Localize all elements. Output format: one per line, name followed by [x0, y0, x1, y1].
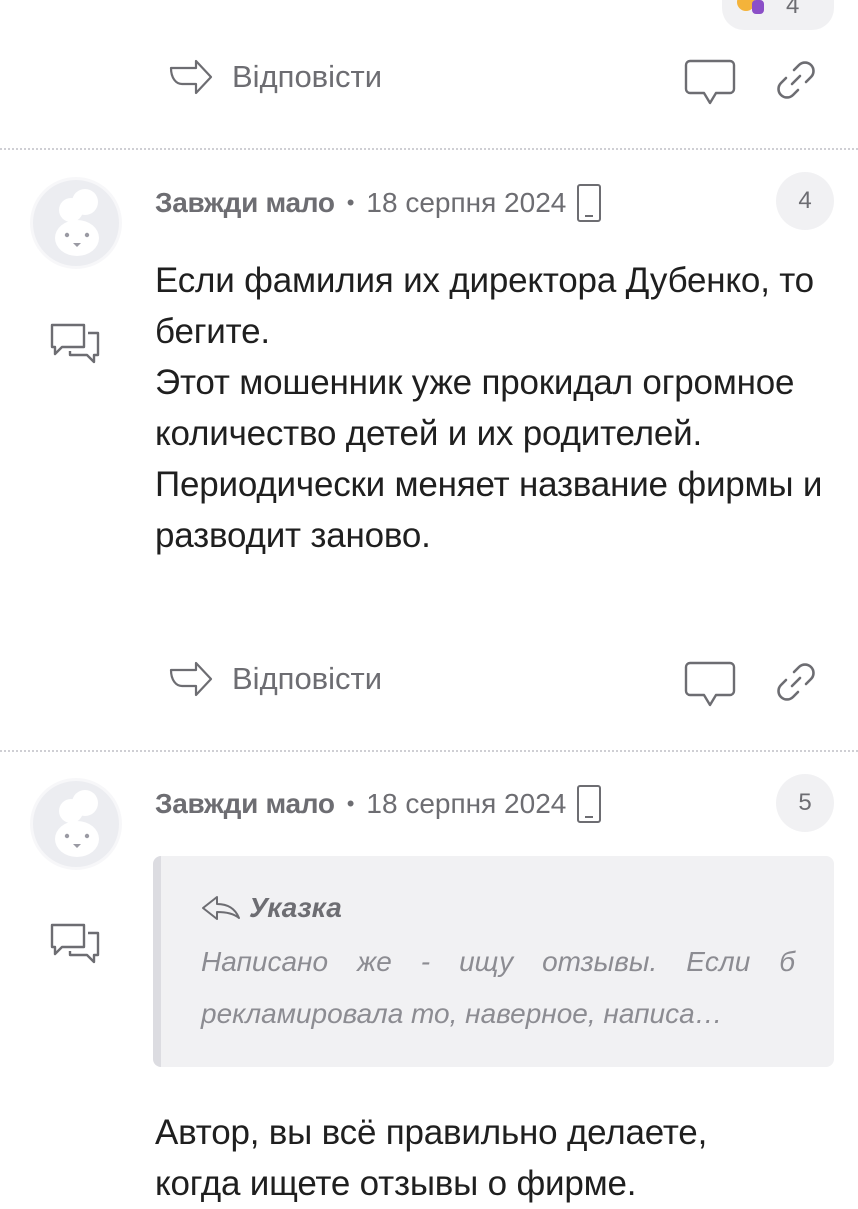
author-name[interactable]: Завжди мало: [155, 187, 335, 219]
reply-button[interactable]: Відповісти: [168, 660, 382, 698]
link-icon: [777, 61, 815, 99]
speech-bubble-icon: [684, 661, 736, 707]
comment-divider: [0, 750, 858, 752]
reply-back-icon: [202, 896, 240, 920]
comment-paragraph: Этот мошенник уже прокидал огромное коли…: [155, 363, 795, 453]
comments-icon: [50, 323, 100, 364]
quote-text: Написано же - ищу отзывы. Если б реклами…: [201, 946, 795, 1029]
comment-number-badge: 4: [776, 172, 834, 230]
comment-number-badge: 5: [776, 774, 834, 832]
comment-meta: Завжди мало • 18 серпня 2024: [155, 784, 602, 824]
facepalm-emoji-icon: [737, 0, 764, 14]
reply-thread-button[interactable]: [48, 318, 102, 370]
comments-icon: [50, 923, 100, 964]
comment-paragraph: Если фамилия их директора Дубенко, то бе…: [155, 261, 814, 351]
comment-paragraph: Периодически меняет название фирмы и раз…: [155, 465, 823, 555]
anonymous-avatar-icon: [55, 790, 99, 857]
copy-link-button[interactable]: [770, 656, 822, 708]
comment-date: 18 серпня 2024: [366, 788, 567, 819]
comment-meta: Завжди мало • 18 серпня 2024: [155, 183, 602, 223]
copy-link-button[interactable]: [770, 54, 822, 106]
reply-button[interactable]: Відповісти: [168, 58, 382, 96]
author-name[interactable]: Завжди мало: [155, 788, 335, 820]
meta-separator: •: [346, 190, 355, 215]
meta-separator: •: [346, 791, 355, 816]
reply-arrow-icon: [169, 59, 213, 95]
quoted-comment[interactable]: Указка Написано же - ищу отзывы. Если б …: [153, 856, 834, 1067]
mobile-phone-icon: [577, 184, 602, 222]
comment-date: 18 серпня 2024: [366, 187, 567, 218]
quote-header: Указка: [201, 892, 342, 924]
speech-bubble-icon: [684, 59, 736, 105]
reaction-count: 4: [786, 0, 800, 19]
quote-author: Указка: [249, 892, 342, 923]
comment-body: Если фамилия их директора Дубенко, то бе…: [155, 255, 845, 561]
mobile-phone-icon: [577, 785, 602, 823]
avatar[interactable]: [30, 177, 122, 269]
reply-arrow-icon: [169, 661, 213, 697]
comment-divider: [0, 148, 858, 150]
comment-paragraph: Автор, вы всё правильно делаете, когда и…: [155, 1113, 708, 1203]
reply-label: Відповісти: [232, 59, 383, 94]
comment-button[interactable]: [684, 56, 736, 108]
comment-button[interactable]: [684, 658, 736, 710]
link-icon: [777, 663, 815, 701]
comment-body: Автор, вы всё правильно делаете, когда и…: [155, 1107, 795, 1209]
reply-thread-button[interactable]: [48, 918, 102, 970]
anonymous-avatar-icon: [55, 189, 99, 256]
reply-label: Відповісти: [232, 661, 383, 696]
avatar[interactable]: [30, 778, 122, 870]
